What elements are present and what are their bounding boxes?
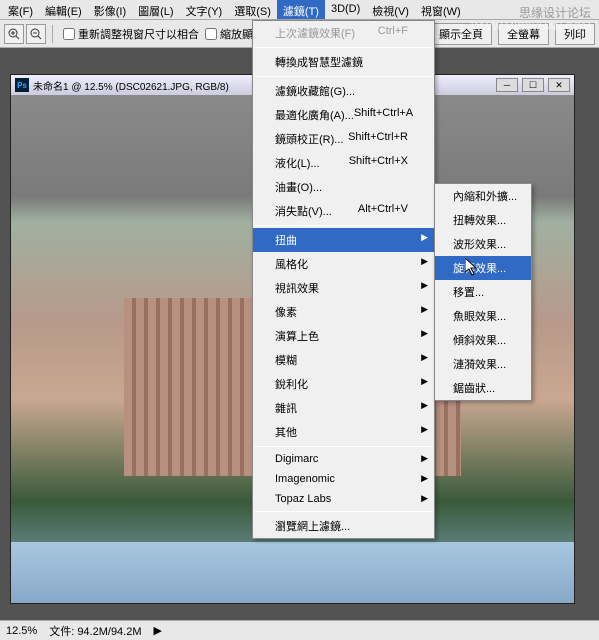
chevron-right-icon: ▶ (421, 232, 428, 243)
menu-imagenomic[interactable]: Imagenomic▶ (253, 469, 434, 489)
menu-browse-online[interactable]: 瀏覽網上濾鏡... (253, 514, 434, 538)
menu-lens-correction[interactable]: 鏡頭校正(R)...Shift+Ctrl+R (253, 127, 434, 151)
resize-window-option[interactable]: 重新調整視窗尺寸以相合 (63, 26, 199, 42)
zoom-all-checkbox[interactable] (205, 28, 217, 40)
watermark-url: WWW.MISSYUAN.COM (471, 21, 591, 33)
menu-filter[interactable]: 濾鏡(T) (277, 0, 325, 19)
menu-text[interactable]: 文字(Y) (180, 0, 229, 19)
menu-distort[interactable]: 扭曲▶ (253, 228, 434, 252)
submenu-pinch[interactable]: 內縮和外擴... (435, 184, 531, 208)
separator (254, 225, 433, 226)
menu-topaz[interactable]: Topaz Labs▶ (253, 489, 434, 509)
zoom-in-icon[interactable] (4, 24, 24, 44)
watermark: 思缘设计论坛 WWW.MISSYUAN.COM (471, 4, 591, 33)
minimize-button[interactable]: ─ (496, 78, 518, 92)
menu-filter-gallery[interactable]: 濾鏡收藏館(G)... (253, 79, 434, 103)
submenu-twirl[interactable]: 扭轉效果... (435, 208, 531, 232)
menu-blur[interactable]: 模糊▶ (253, 348, 434, 372)
separator (254, 47, 433, 48)
separator (254, 446, 433, 447)
menu-sharpen[interactable]: 銳利化▶ (253, 372, 434, 396)
menu-image[interactable]: 影像(I) (88, 0, 132, 19)
submenu-wave[interactable]: 波形效果... (435, 232, 531, 256)
menu-video[interactable]: 視訊效果▶ (253, 276, 434, 300)
chevron-right-icon: ▶ (421, 352, 428, 363)
zoom-level[interactable]: 12.5% (6, 625, 37, 637)
menu-noise[interactable]: 雜訊▶ (253, 396, 434, 420)
resize-label: 重新調整視窗尺寸以相合 (78, 26, 199, 42)
distort-submenu: 內縮和外擴... 扭轉效果... 波形效果... 旋轉效果... 移置... 魚… (434, 183, 532, 401)
menu-window[interactable]: 視窗(W) (415, 0, 467, 19)
filter-dropdown: 上次濾鏡效果(F)Ctrl+F 轉換成智慧型濾鏡 濾鏡收藏館(G)... 最適化… (252, 20, 435, 539)
chevron-right-icon: ▶ (421, 256, 428, 267)
menu-digimarc[interactable]: Digimarc▶ (253, 449, 434, 469)
chevron-right-icon: ▶ (421, 376, 428, 387)
submenu-spin[interactable]: 旋轉效果... (435, 256, 531, 280)
menu-other[interactable]: 其他▶ (253, 420, 434, 444)
menu-edit[interactable]: 編輯(E) (39, 0, 88, 19)
maximize-button[interactable]: ☐ (522, 78, 544, 92)
menu-3d[interactable]: 3D(D) (325, 0, 366, 19)
menu-adaptive-wide[interactable]: 最適化廣角(A)...Shift+Ctrl+A (253, 103, 434, 127)
statusbar: 12.5% 文件: 94.2M/94.2M ▶ (0, 620, 599, 640)
menu-stylize[interactable]: 風格化▶ (253, 252, 434, 276)
cursor-icon (465, 258, 481, 281)
chevron-right-icon: ▶ (421, 304, 428, 315)
submenu-shear[interactable]: 傾斜效果... (435, 328, 531, 352)
submenu-zigzag[interactable]: 鋸齒狀... (435, 376, 531, 400)
menu-pixelate[interactable]: 像素▶ (253, 300, 434, 324)
resize-checkbox[interactable] (63, 28, 75, 40)
chevron-right-icon: ▶ (421, 328, 428, 339)
doc-size: 文件: 94.2M/94.2M (49, 623, 141, 639)
close-button[interactable]: ✕ (548, 78, 570, 92)
submenu-spherize[interactable]: 魚眼效果... (435, 304, 531, 328)
menu-vanishing-point[interactable]: 消失點(V)...Alt+Ctrl+V (253, 199, 434, 223)
chevron-right-icon: ▶ (421, 280, 428, 291)
menu-render[interactable]: 演算上色▶ (253, 324, 434, 348)
menu-view[interactable]: 檢視(V) (366, 0, 415, 19)
divider (52, 25, 53, 43)
separator (254, 76, 433, 77)
watermark-text: 思缘设计论坛 (519, 4, 591, 21)
submenu-ripple[interactable]: 漣漪效果... (435, 352, 531, 376)
menu-select[interactable]: 選取(S) (228, 0, 277, 19)
menu-liquify[interactable]: 液化(L)...Shift+Ctrl+X (253, 151, 434, 175)
zoom-out-icon[interactable] (26, 24, 46, 44)
chevron-right-icon: ▶ (421, 400, 428, 411)
menu-file[interactable]: 案(F) (2, 0, 39, 19)
menu-last-filter: 上次濾鏡效果(F)Ctrl+F (253, 21, 434, 45)
menu-layer[interactable]: 圖層(L) (132, 0, 179, 19)
ps-icon: Ps (15, 78, 29, 92)
menu-oil-paint[interactable]: 油畫(O)... (253, 175, 434, 199)
submenu-displace[interactable]: 移置... (435, 280, 531, 304)
chevron-right-icon: ▶ (421, 473, 428, 484)
statusbar-arrow-icon[interactable]: ▶ (154, 624, 162, 637)
menu-smart-filter[interactable]: 轉換成智慧型濾鏡 (253, 50, 434, 74)
chevron-right-icon: ▶ (421, 424, 428, 435)
separator (254, 511, 433, 512)
chevron-right-icon: ▶ (421, 453, 428, 464)
chevron-right-icon: ▶ (421, 493, 428, 504)
